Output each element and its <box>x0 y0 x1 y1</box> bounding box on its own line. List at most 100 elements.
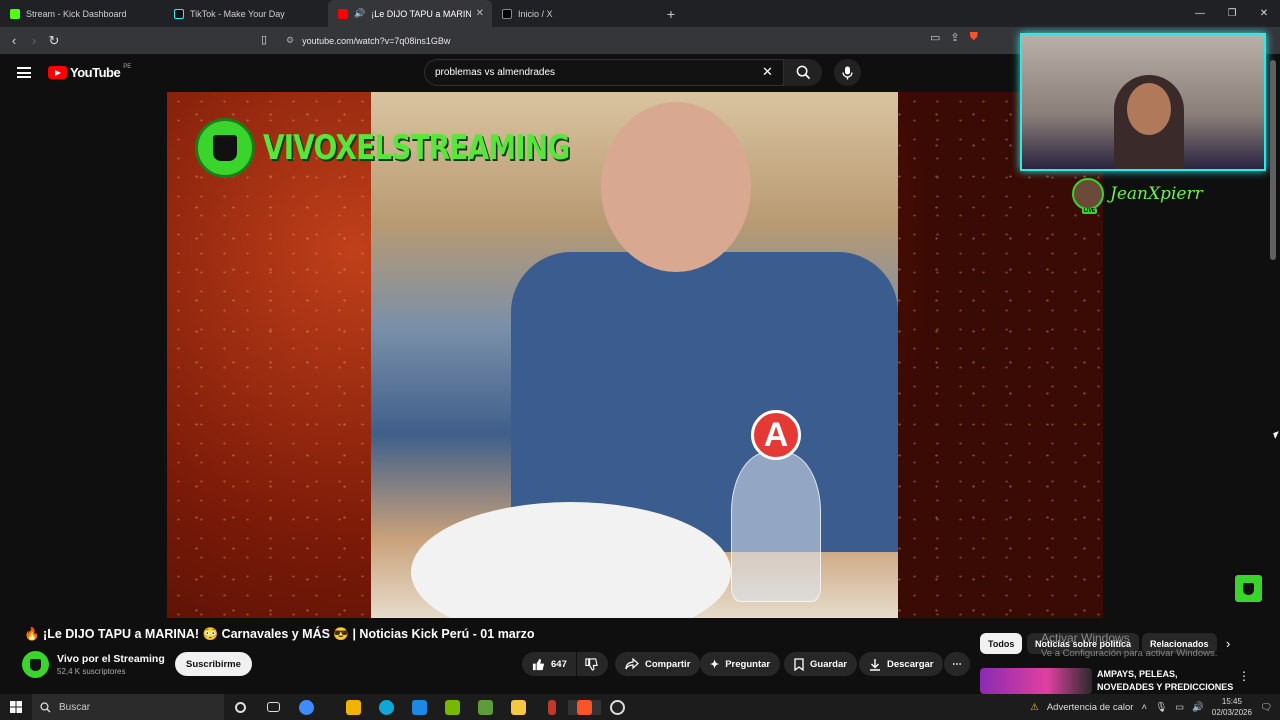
mouse-cursor-icon <box>1273 431 1280 439</box>
share-page-icon[interactable]: ⇪ <box>950 31 959 44</box>
speaker-icon[interactable]: 🔊 <box>354 8 365 19</box>
floating-channel-logo-icon <box>1235 575 1262 602</box>
cortana-icon[interactable] <box>224 701 257 713</box>
site-info-icon[interactable]: ⚙ <box>286 35 294 46</box>
tab-youtube-video[interactable]: 🔊 ¡Le DIJO TAPU a MARINA! ✕ <box>328 0 492 27</box>
address-bar[interactable]: ⚙ youtube.com/watch?v=7q08ins1GBw <box>280 30 1000 51</box>
task-view-icon[interactable] <box>257 702 290 712</box>
page-scrollbar[interactable] <box>1270 60 1276 260</box>
bookmark-icon[interactable]: ▯ <box>254 33 274 46</box>
restore-icon[interactable]: ❐ <box>1216 0 1248 27</box>
share-button[interactable]: Compartir <box>615 652 701 676</box>
reload-icon[interactable]: ↻ <box>44 33 64 49</box>
speed-app-icon[interactable] <box>290 699 323 715</box>
volume-icon[interactable]: 🔊 <box>1192 702 1204 713</box>
sparkle-icon: ✦ <box>710 658 720 671</box>
nvidia-icon[interactable] <box>436 699 469 715</box>
mic-tray-icon[interactable]: 🎙 <box>1155 702 1167 713</box>
country-code: PE <box>123 63 132 70</box>
hamburger-menu-icon[interactable] <box>17 67 31 78</box>
bookmark-save-icon <box>794 657 804 671</box>
more-actions-button[interactable]: ⋯ <box>944 652 970 676</box>
streamer-tag: LIVE JeanXpierr <box>1072 178 1203 214</box>
download-icon <box>870 658 880 671</box>
webcam-overlay <box>1020 33 1266 171</box>
video-player[interactable]: A VIVOXELSTREAMING <box>167 92 1103 618</box>
youtube-favicon-icon <box>338 8 348 19</box>
clock-date: 02/03/2026 <box>1211 708 1252 717</box>
channel-name[interactable]: Vivo por el Streaming <box>57 653 165 665</box>
cast-icon[interactable]: ▭ <box>930 31 940 44</box>
clear-search-icon[interactable]: ✕ <box>762 64 773 80</box>
forward-icon[interactable]: › <box>24 33 44 48</box>
subscribe-button[interactable]: Suscribirme <box>175 652 252 676</box>
microphone-icon <box>842 66 853 79</box>
tab-label: Stream - Kick Dashboard <box>26 8 127 19</box>
windows-activation-title: Activar Windows <box>1041 631 1130 645</box>
dislike-button[interactable] <box>577 652 608 676</box>
streamer-face <box>1127 83 1171 135</box>
weather-text[interactable]: Advertencia de calor <box>1047 702 1134 713</box>
party-logo-badge: A <box>751 410 801 460</box>
tab-kick-dashboard[interactable]: Stream - Kick Dashboard <box>0 0 164 27</box>
tiktok-favicon-icon <box>174 8 184 19</box>
taskbar-search[interactable]: Buscar <box>32 694 224 720</box>
store-icon[interactable] <box>337 699 370 715</box>
thumbs-up-icon <box>532 658 545 670</box>
tab-label: TikTok - Make Your Day <box>190 8 285 19</box>
like-button[interactable]: 647 <box>522 652 576 676</box>
minecraft-icon[interactable] <box>469 699 502 715</box>
subscriber-count: 52,4 K suscriptores <box>57 667 126 676</box>
youtube-wordmark: YouTube <box>70 65 121 80</box>
download-label: Descargar <box>887 658 934 670</box>
close-window-icon[interactable]: ✕ <box>1248 0 1280 27</box>
minimize-icon[interactable]: — <box>1184 0 1216 27</box>
windows-start-icon[interactable] <box>0 701 32 713</box>
youtube-logo[interactable]: YouTube PE <box>48 63 132 80</box>
kick-favicon-icon <box>10 8 20 19</box>
chips-next-icon[interactable]: › <box>1226 636 1230 651</box>
chip-todos[interactable]: Todos <box>980 633 1023 654</box>
edge-icon[interactable] <box>370 699 403 715</box>
url-text: youtube.com/watch?v=7q08ins1GBw <box>302 35 451 46</box>
x-favicon-icon <box>502 8 512 19</box>
brave-browser-icon[interactable] <box>568 699 601 715</box>
back-icon[interactable]: ‹ <box>4 33 24 48</box>
channel-avatar[interactable] <box>22 651 49 678</box>
file-explorer-icon[interactable] <box>502 699 535 715</box>
voice-search-button[interactable] <box>834 59 861 86</box>
browser-tab-bar: Stream - Kick Dashboard TikTok - Make Yo… <box>0 0 1280 27</box>
network-icon[interactable]: ▭ <box>1175 702 1184 713</box>
close-tab-icon[interactable]: ✕ <box>476 8 484 19</box>
obs-icon[interactable] <box>601 699 634 715</box>
search-button[interactable] <box>784 59 822 86</box>
system-tray: ⚠ Advertencia de calor ˄ 🎙 ▭ 🔊 15:45 02/… <box>1030 694 1280 720</box>
suggestion-more-icon[interactable]: ⋮ <box>1238 669 1250 683</box>
notifications-icon[interactable]: 🗨 <box>1260 702 1272 713</box>
ask-button[interactable]: ✦ Preguntar <box>700 652 781 676</box>
app-red-icon[interactable] <box>535 699 568 715</box>
warning-icon[interactable]: ⚠ <box>1030 702 1039 713</box>
channel-logo-icon <box>195 118 255 178</box>
windows-taskbar: Buscar ⚠ Advertencia de calor ˄ 🎙 ▭ 🔊 15… <box>0 694 1280 720</box>
share-icon <box>625 658 639 670</box>
save-button[interactable]: Guardar <box>784 652 857 676</box>
live-badge: LIVE <box>1082 208 1098 214</box>
watermark-text: VIVOXELSTREAMING <box>263 128 570 168</box>
tray-chevron-icon[interactable]: ˄ <box>1141 702 1147 713</box>
download-button[interactable]: Descargar <box>859 652 944 676</box>
tab-x-home[interactable]: Inicio / X <box>492 0 656 27</box>
clock[interactable]: 15:45 02/03/2026 <box>1212 696 1252 718</box>
new-tab-button[interactable]: + <box>658 6 684 22</box>
share-label: Compartir <box>645 658 691 670</box>
search-input[interactable]: problemas vs almendrades <box>424 59 784 86</box>
streamer-avatar: LIVE <box>1072 178 1104 214</box>
more-horizontal-icon: ⋯ <box>952 658 962 670</box>
ask-label: Preguntar <box>725 658 771 670</box>
tab-tiktok[interactable]: TikTok - Make Your Day <box>164 0 328 27</box>
suggested-video-thumbnail[interactable] <box>980 668 1092 694</box>
youtube-play-icon <box>48 66 67 79</box>
mail-icon[interactable] <box>403 699 436 715</box>
tab-label: Inicio / X <box>518 8 553 19</box>
brave-shield-icon[interactable]: ⛊ <box>970 31 978 44</box>
